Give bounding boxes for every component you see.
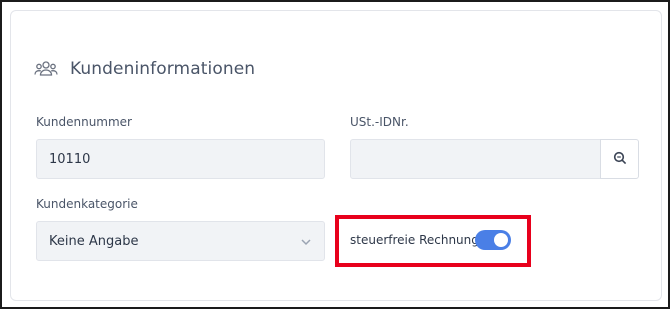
customer-number-value: 10110 xyxy=(49,151,91,167)
chevron-down-icon xyxy=(300,236,312,252)
customer-category-label: Kundenkategorie xyxy=(36,197,138,211)
customer-number-label: Kundennummer xyxy=(36,115,132,129)
vat-id-label: USt.-IDNr. xyxy=(350,115,409,129)
tax-free-invoice-toggle[interactable] xyxy=(475,230,511,250)
toggle-knob xyxy=(494,233,508,247)
customer-number-input[interactable]: 10110 xyxy=(36,139,325,179)
section-header: Kundeninformationen xyxy=(34,56,255,82)
section-title: Kundeninformationen xyxy=(70,59,256,79)
users-icon xyxy=(34,60,58,78)
customer-category-select[interactable]: Keine Angabe xyxy=(36,221,325,261)
vat-id-search-button[interactable] xyxy=(600,139,639,179)
tax-free-invoice-label: steuerfreie Rechnung xyxy=(350,233,479,247)
vat-id-input[interactable] xyxy=(350,139,601,179)
customer-category-value: Keine Angabe xyxy=(49,233,139,249)
window-frame: Kundeninformationen Kundennummer 10110 U… xyxy=(0,0,670,309)
search-icon xyxy=(613,150,627,169)
